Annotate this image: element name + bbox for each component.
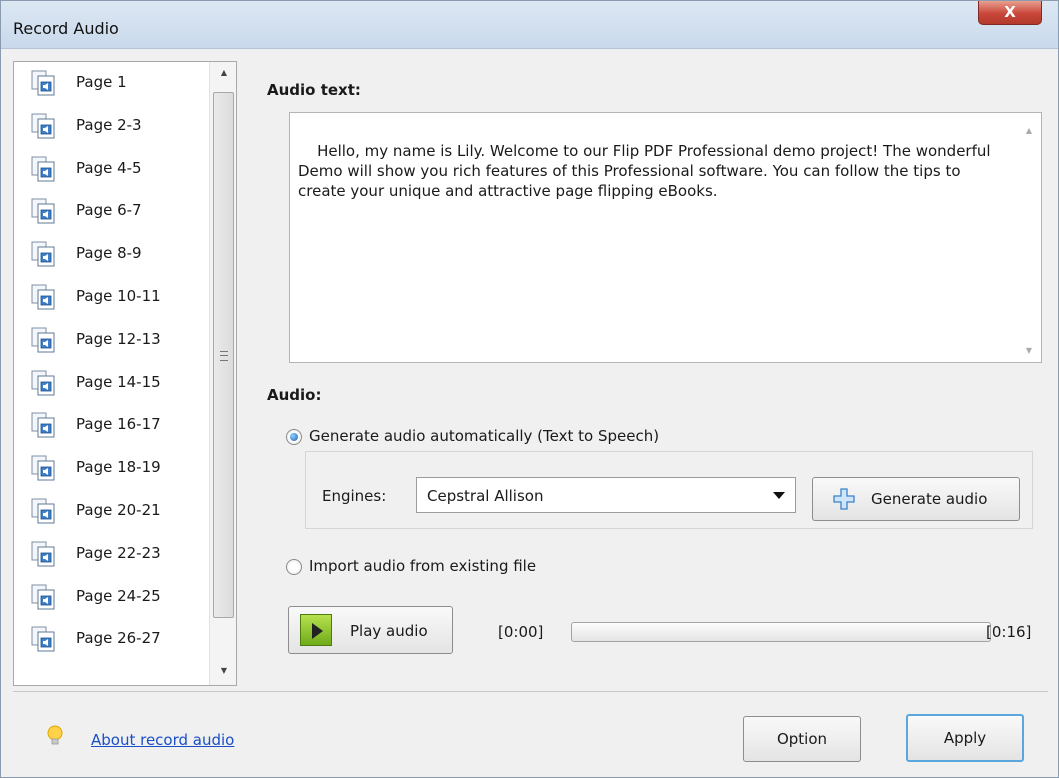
engine-select[interactable]: Cepstral Allison: [416, 477, 796, 513]
scroll-down-arrow[interactable]: ▼: [1019, 341, 1039, 359]
audio-page-icon: [31, 241, 55, 267]
page-list-item[interactable]: Page 6-7: [14, 191, 209, 231]
apply-button[interactable]: Apply: [906, 714, 1024, 762]
page-list-item[interactable]: Page 26-27: [14, 619, 209, 659]
audio-text-label: Audio text:: [267, 81, 361, 99]
page-list-item-label: Page 16-17: [76, 415, 161, 434]
play-audio-label: Play audio: [350, 622, 428, 640]
scroll-down-arrow[interactable]: ▼: [210, 660, 236, 682]
page-list-item-label: Page 8-9: [76, 244, 142, 263]
audio-text-area[interactable]: Hello, my name is Lily. Welcome to our F…: [289, 112, 1042, 363]
audio-text-scrollbar[interactable]: ▲ ▼: [1019, 115, 1039, 360]
engine-value: Cepstral Allison: [427, 487, 544, 505]
audio-page-icon: [31, 156, 55, 182]
audio-page-icon: [31, 498, 55, 524]
page-list-item-label: Page 4-5: [76, 158, 142, 177]
play-icon: [300, 614, 332, 646]
import-audio-label[interactable]: Import audio from existing file: [309, 557, 536, 575]
audio-page-icon: [31, 370, 55, 396]
close-button[interactable]: X: [978, 1, 1042, 25]
page-list-item[interactable]: Page 18-19: [14, 448, 209, 488]
engine-group: Engines: Cepstral Allison Generate audio: [305, 451, 1033, 529]
audio-page-icon: [31, 327, 55, 353]
play-audio-button[interactable]: Play audio: [288, 606, 453, 654]
generate-audio-label[interactable]: Generate audio automatically (Text to Sp…: [309, 427, 659, 445]
time-start: [0:00]: [498, 623, 544, 641]
option-button[interactable]: Option: [743, 716, 861, 762]
page-list-item[interactable]: Page 8-9: [14, 234, 209, 274]
page-list-item-label: Page 18-19: [76, 458, 161, 477]
option-button-label: Option: [776, 730, 828, 748]
about-record-audio-link[interactable]: About record audio: [91, 731, 234, 749]
page-list-item-label: Page 1: [76, 73, 127, 91]
audio-label: Audio:: [267, 386, 322, 404]
generate-audio-radio[interactable]: [286, 429, 302, 445]
audio-page-icon: [31, 626, 55, 652]
time-end: [0:16]: [986, 623, 1032, 641]
record-audio-dialog: Record Audio X Page 1 Page 2-3 Page 4-5 Pag…: [0, 0, 1059, 778]
audio-page-icon: [31, 455, 55, 481]
page-list-item[interactable]: Page 22-23: [14, 534, 209, 574]
audio-text-value: Hello, my name is Lily. Welcome to our F…: [298, 142, 996, 200]
scroll-thumb[interactable]: [213, 92, 234, 618]
audio-page-icon: [31, 584, 55, 610]
page-list-item[interactable]: Page 2-3: [14, 106, 209, 146]
generate-audio-button[interactable]: Generate audio: [812, 477, 1020, 521]
page-list-scrollbar[interactable]: ▲ ▼: [209, 62, 236, 685]
audio-page-icon: [31, 70, 55, 96]
audio-page-icon: [31, 412, 55, 438]
chevron-down-icon: [773, 492, 785, 499]
page-list-item[interactable]: Page 12-13: [14, 320, 209, 360]
title-bar: Record Audio X: [1, 1, 1058, 49]
engines-label: Engines:: [322, 487, 387, 505]
apply-button-label: Apply: [943, 729, 987, 747]
page-list-item-label: Page 24-25: [76, 586, 161, 605]
page-list-item[interactable]: Page 10-11: [14, 277, 209, 317]
scroll-up-arrow[interactable]: ▲: [1019, 121, 1039, 139]
page-list-item-label: Page 22-23: [76, 543, 161, 562]
page-list-item[interactable]: Page 1: [14, 63, 209, 103]
page-list-item-label: Page 12-13: [76, 329, 161, 348]
page-list-item[interactable]: Page 20-21: [14, 491, 209, 531]
grip-icon: [220, 351, 228, 361]
audio-page-icon: [31, 198, 55, 224]
page-list: Page 1 Page 2-3 Page 4-5 Page 6-7 Page 8-9 Pa…: [13, 61, 237, 686]
audio-page-icon: [31, 284, 55, 310]
page-list-item[interactable]: Page 16-17: [14, 405, 209, 445]
window-title: Record Audio: [13, 19, 119, 38]
generate-audio-label: Generate audio: [871, 490, 988, 508]
page-list-item-label: Page 26-27: [76, 629, 161, 648]
page-list-item-label: Page 10-11: [76, 287, 161, 305]
footer-divider: [13, 691, 1048, 692]
lightbulb-icon: [47, 725, 63, 745]
page-list-item[interactable]: Page 14-15: [14, 363, 209, 403]
audio-page-icon: [31, 541, 55, 567]
page-list-item-label: Page 6-7: [76, 201, 142, 220]
scroll-up-arrow[interactable]: ▲: [210, 62, 236, 84]
plus-icon: [833, 488, 855, 510]
page-list-item-label: Page 2-3: [76, 115, 142, 134]
page-list-item[interactable]: Page 24-25: [14, 577, 209, 617]
audio-progress-bar[interactable]: [571, 622, 991, 642]
audio-page-icon: [31, 113, 55, 139]
page-list-item[interactable]: Page 4-5: [14, 149, 209, 189]
page-list-item-label: Page 14-15: [76, 372, 161, 391]
import-audio-radio[interactable]: [286, 559, 302, 575]
page-list-item-label: Page 20-21: [76, 501, 161, 519]
